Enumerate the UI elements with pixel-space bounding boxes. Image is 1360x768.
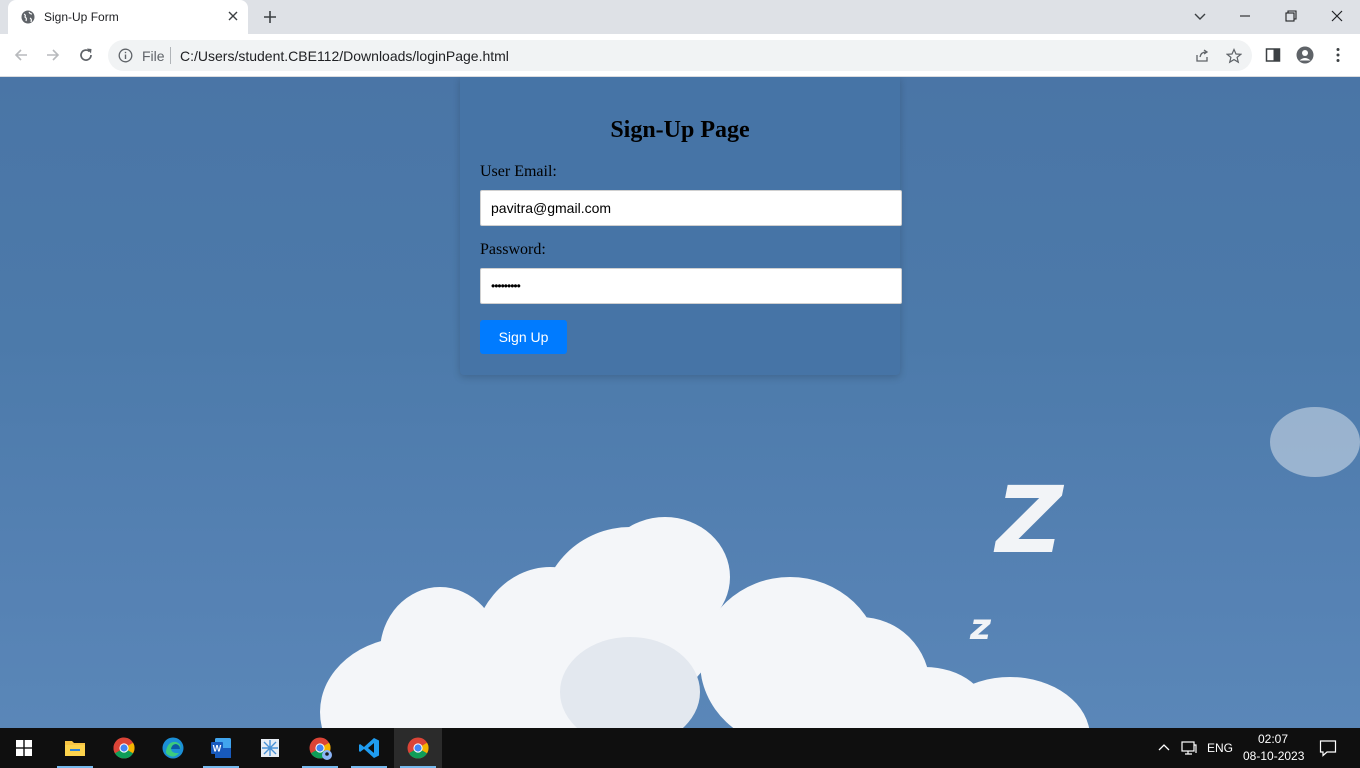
forward-icon[interactable]: [44, 46, 62, 64]
new-tab-icon[interactable]: [262, 9, 278, 25]
windows-start-icon: [16, 740, 32, 756]
taskbar-chrome-profile[interactable]: [296, 728, 344, 768]
tab-sign-up-form[interactable]: Sign-Up Form: [8, 0, 248, 34]
sign-up-button[interactable]: Sign Up: [480, 320, 567, 354]
sleep-doodle-small: z: [970, 607, 991, 648]
notifications-icon[interactable]: [1319, 739, 1337, 757]
scheme-label: File: [142, 48, 165, 64]
taskbar-edge[interactable]: [149, 728, 197, 768]
tab-title: Sign-Up Form: [44, 10, 119, 24]
password-field[interactable]: •••••••••: [480, 268, 902, 304]
show-hidden-icons-chevron-icon[interactable]: [1158, 742, 1170, 754]
sleep-doodle-large: Z: [996, 467, 1063, 574]
snipping-icon: [261, 739, 279, 757]
url-text[interactable]: C:/Users/student.CBE112/Downloads/loginP…: [180, 48, 509, 64]
language-indicator[interactable]: ENG: [1207, 741, 1233, 755]
page-title: Sign-Up Page: [610, 117, 750, 143]
minimize-icon[interactable]: [1237, 8, 1253, 24]
taskbar-chrome[interactable]: [100, 728, 148, 768]
close-tab-icon[interactable]: [226, 9, 240, 23]
tab-search-icon[interactable]: [1192, 8, 1208, 24]
info-icon[interactable]: [118, 48, 133, 63]
profile-avatar-icon[interactable]: [1296, 46, 1314, 64]
svg-text:W: W: [213, 744, 222, 754]
reload-icon[interactable]: [77, 46, 95, 64]
email-field[interactable]: pavitra@gmail.com: [480, 190, 902, 226]
restore-icon[interactable]: [1283, 8, 1299, 24]
chrome-profile-icon: [309, 737, 332, 760]
tab-strip: Sign-Up Form: [0, 0, 1360, 34]
taskbar-snipping-tool[interactable]: [246, 728, 294, 768]
browser-toolbar: File C:/Users/student.CBE112/Downloads/l…: [0, 34, 1360, 77]
clock-date[interactable]: 08-10-2023: [1243, 749, 1304, 763]
close-window-icon[interactable]: [1329, 8, 1345, 24]
file-explorer-icon: [65, 741, 85, 756]
bookmark-star-icon[interactable]: [1226, 48, 1242, 64]
globe-icon: [21, 10, 35, 24]
omnibox-divider: [170, 47, 171, 64]
windows-taskbar: W ENG 02:07 08-10-2023: [0, 728, 1360, 768]
signup-form-card: Sign-Up Page User Email: pavitra@gmail.c…: [460, 77, 902, 375]
chrome-icon: [113, 737, 135, 759]
email-label: User Email:: [480, 163, 557, 180]
taskbar-file-explorer[interactable]: [51, 728, 99, 768]
taskbar-chrome-active[interactable]: [394, 728, 442, 768]
menu-kebab-icon[interactable]: [1329, 46, 1347, 64]
password-label: Password:: [480, 241, 546, 258]
vscode-icon: [359, 738, 379, 758]
start-button[interactable]: [0, 728, 48, 768]
taskbar-vscode[interactable]: [345, 728, 393, 768]
side-panel-icon[interactable]: [1264, 46, 1282, 64]
page-viewport: Z z Sign-Up Page User Email: pavitra@gma…: [0, 77, 1360, 728]
address-bar[interactable]: File C:/Users/student.CBE112/Downloads/l…: [108, 40, 1252, 71]
clock-time[interactable]: 02:07: [1258, 732, 1288, 746]
share-icon[interactable]: [1194, 48, 1210, 64]
back-icon[interactable]: [12, 46, 30, 64]
network-icon[interactable]: [1181, 740, 1197, 756]
word-icon: W: [211, 738, 231, 758]
edge-icon: [162, 737, 184, 759]
taskbar-word[interactable]: W: [197, 728, 245, 768]
chrome-active-icon: [407, 737, 429, 759]
